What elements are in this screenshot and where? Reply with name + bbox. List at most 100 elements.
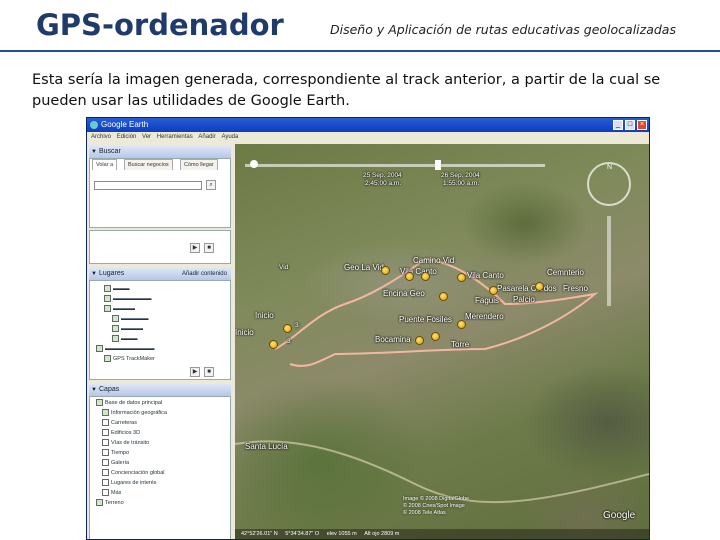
checkbox[interactable] [102, 479, 109, 487]
checkbox[interactable] [104, 295, 111, 303]
menu-view[interactable]: Ver [142, 134, 151, 140]
waypoint-pin-icon[interactable] [439, 292, 448, 301]
compass-icon: N [607, 164, 613, 171]
layer-item: Vías de tránsito [102, 439, 149, 448]
layers-panel: Base de datos principal Información geog… [89, 396, 231, 539]
timeline-handle[interactable] [435, 160, 441, 170]
title-rule [0, 50, 720, 52]
timeline-slider[interactable]: 25 Sep. 2004 2:45:00 a.m. 26 Sep. 2004 1… [245, 158, 545, 188]
maximize-button[interactable]: □ [625, 120, 635, 130]
timeline-handle[interactable] [250, 160, 258, 168]
places-panel-header[interactable]: ▼ Lugares Añadir contenido [89, 268, 231, 280]
checkbox[interactable] [112, 315, 119, 323]
checkbox[interactable] [96, 399, 103, 407]
road-line [235, 440, 649, 504]
stop-places-button[interactable]: ■ [204, 367, 214, 377]
layers-panel-header[interactable]: ▼ Capas [89, 384, 231, 396]
menu-tools[interactable]: Herramientas [157, 134, 193, 140]
menu-help[interactable]: Ayuda [221, 134, 238, 140]
tree-row: ▬▬▬ [112, 335, 138, 344]
map-label: Vid [279, 264, 289, 271]
menu-file[interactable]: Archivo [91, 134, 111, 140]
elevation-readout: elev 1055 m [326, 531, 357, 537]
eye-altitude-readout: Alt ojo 2809 m [364, 531, 400, 537]
menu-add[interactable]: Añadir [198, 134, 215, 140]
checkbox[interactable] [112, 335, 119, 343]
tree-row-gps-trackmaker[interactable]: GPS TrackMaker [104, 355, 155, 364]
waypoint-pin-icon[interactable] [415, 336, 424, 345]
checkbox[interactable] [104, 285, 111, 293]
google-earth-app-icon [90, 121, 98, 129]
map-label: Faguis [475, 296, 500, 305]
menu-edit[interactable]: Edición [117, 134, 137, 140]
checkbox[interactable] [102, 419, 109, 427]
zoom-slider[interactable] [607, 216, 611, 306]
waypoint-pin-icon[interactable] [431, 332, 440, 341]
tab-find-business[interactable]: Buscar negocios [124, 159, 173, 170]
tree-row: ▬▬▬▬▬▬▬ [104, 295, 152, 304]
tree-row: ▬▬▬ [104, 285, 130, 294]
map-label: Fresno [563, 284, 588, 293]
checkbox[interactable] [104, 305, 111, 313]
longitude-readout: 5°34'34.87" O [285, 531, 320, 537]
play-places-button[interactable]: ▶ [190, 367, 200, 377]
collapse-arrow-icon: ▼ [91, 271, 97, 277]
map-view[interactable]: 25 Sep. 2004 2:45:00 a.m. 26 Sep. 2004 1… [235, 144, 649, 539]
waypoint-pin-icon[interactable] [457, 320, 466, 329]
search-results-area: ▶ ■ [89, 230, 231, 264]
waypoint-pin-icon[interactable] [457, 273, 466, 282]
checkbox[interactable] [102, 439, 109, 447]
waypoint-pin-icon[interactable] [283, 324, 292, 333]
timeline-time-start: 2:45:00 a.m. [365, 180, 402, 187]
checkbox[interactable] [96, 345, 103, 353]
checkbox[interactable] [96, 499, 103, 507]
checkbox[interactable] [102, 489, 109, 497]
collapse-arrow-icon: ▼ [91, 149, 97, 155]
search-go-button[interactable]: ⌕ [206, 180, 216, 190]
tab-fly-to[interactable]: Volar a [92, 159, 118, 170]
search-input[interactable] [94, 181, 202, 190]
checkbox[interactable] [102, 469, 109, 477]
map-attribution: Image © 2008 DigitalGlobe © 2008 Cnes/Sp… [403, 496, 470, 516]
slide-title: GPS-ordenador [36, 8, 284, 42]
layer-item: Carreteras [102, 419, 137, 428]
waypoint-pin-icon[interactable] [535, 282, 544, 291]
stop-tour-button[interactable]: ■ [204, 243, 214, 253]
map-label: Encina Geo [383, 289, 425, 298]
close-button[interactable]: × [637, 120, 647, 130]
waypoint-pin-icon[interactable] [489, 286, 498, 295]
layer-item: Concienciación global [102, 469, 165, 478]
google-earth-window: Google Earth _ □ × Archivo Edición Ver H… [86, 117, 650, 540]
waypoint-pin-icon[interactable] [421, 272, 430, 281]
map-label: Palcio [513, 295, 535, 304]
checkbox[interactable] [104, 355, 111, 363]
checkbox[interactable] [102, 459, 109, 467]
waypoint-pin-icon[interactable] [381, 266, 390, 275]
tree-row: ▬▬▬▬▬▬▬▬▬ [96, 345, 155, 354]
tab-directions[interactable]: Cómo llegar [180, 159, 218, 170]
map-label: 3 [287, 338, 291, 345]
minimize-button[interactable]: _ [613, 120, 623, 130]
checkbox[interactable] [102, 449, 109, 457]
play-tour-button[interactable]: ▶ [190, 243, 200, 253]
checkbox[interactable] [102, 409, 109, 417]
menubar: Archivo Edición Ver Herramientas Añadir … [87, 132, 649, 142]
checkbox[interactable] [102, 429, 109, 437]
tree-row: ▬▬▬▬ [104, 305, 135, 314]
tree-row: ▬▬▬▬▬ [112, 315, 149, 324]
navigation-control[interactable]: N [587, 162, 631, 206]
timeline-track [245, 164, 545, 167]
latitude-readout: 42°52'26.01" N [241, 531, 278, 537]
waypoint-pin-icon[interactable] [405, 272, 414, 281]
gps-track-svg [235, 257, 649, 504]
map-label: 3 [295, 322, 299, 329]
slide-body-text: Esta sería la imagen generada, correspon… [32, 72, 661, 109]
checkbox[interactable] [112, 325, 119, 333]
search-panel-header[interactable]: ▼ Buscar [89, 146, 231, 158]
waypoint-pin-icon[interactable] [269, 340, 278, 349]
add-content-link[interactable]: Añadir contenido [182, 268, 227, 280]
search-panel: Volar a Buscar negocios Cómo llegar ⌕ [89, 158, 231, 228]
layer-item: Galería [102, 459, 129, 468]
map-label: Cemnterio [547, 268, 584, 277]
collapse-arrow-icon: ▼ [91, 387, 97, 393]
